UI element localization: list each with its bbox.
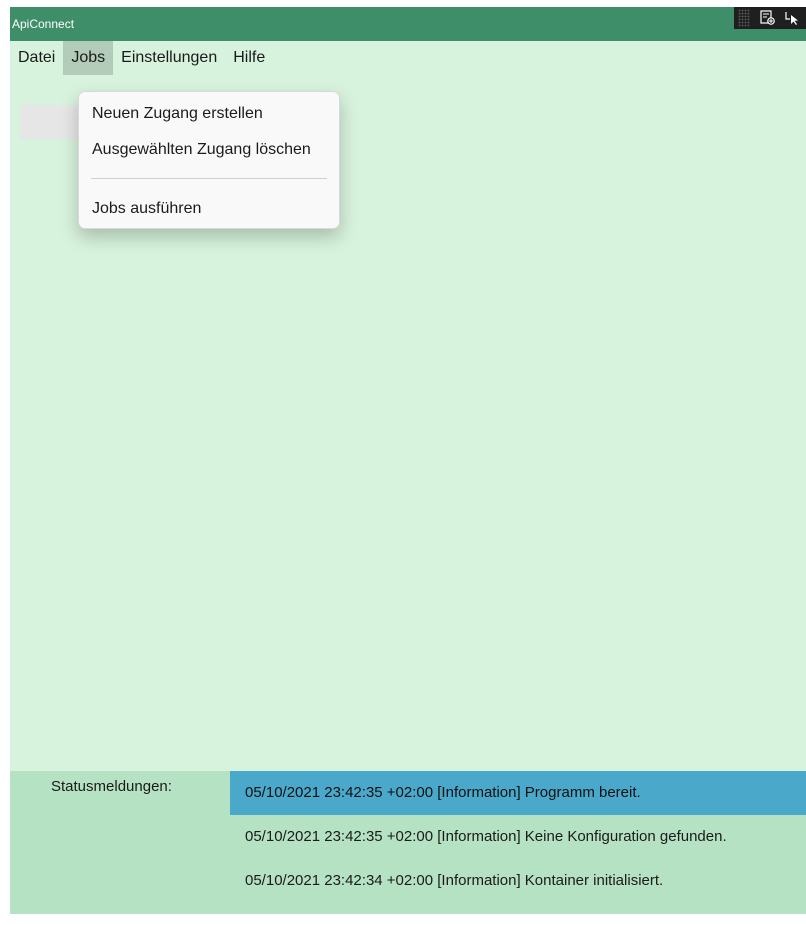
menu-item-create-access[interactable]: Neuen Zugang erstellen bbox=[79, 96, 339, 132]
select-element-icon[interactable] bbox=[784, 10, 800, 26]
menu-datei[interactable]: Datei bbox=[10, 41, 63, 75]
status-message-list[interactable]: 05/10/2021 23:42:35 +02:00 [Information]… bbox=[230, 771, 806, 903]
menu-separator bbox=[91, 178, 327, 179]
toolbar-grip[interactable] bbox=[738, 9, 750, 27]
menu-hilfe[interactable]: Hilfe bbox=[225, 41, 273, 75]
window-title: ApiConnect bbox=[12, 17, 75, 31]
live-visual-tree-icon[interactable] bbox=[760, 10, 776, 26]
status-message[interactable]: 05/10/2021 23:42:34 +02:00 [Information]… bbox=[230, 859, 806, 903]
menu-bar: Datei Jobs Einstellungen Hilfe bbox=[10, 41, 806, 75]
app-window: ApiConnect Datei Jobs Einstellungen Hilf… bbox=[10, 7, 806, 914]
title-bar[interactable]: ApiConnect bbox=[10, 7, 806, 41]
menu-item-delete-access[interactable]: Ausgewählten Zugang löschen bbox=[79, 132, 339, 168]
jobs-dropdown-menu: Neuen Zugang erstellen Ausgewählten Zuga… bbox=[78, 91, 340, 229]
menu-item-run-jobs[interactable]: Jobs ausführen bbox=[79, 191, 339, 227]
menu-einstellungen[interactable]: Einstellungen bbox=[113, 41, 225, 75]
status-panel: Statusmeldungen: 05/10/2021 23:42:35 +02… bbox=[10, 771, 806, 914]
status-message[interactable]: 05/10/2021 23:42:35 +02:00 [Information]… bbox=[230, 771, 806, 815]
status-message[interactable]: 05/10/2021 23:42:35 +02:00 [Information]… bbox=[230, 815, 806, 859]
runtime-debug-toolbar bbox=[734, 7, 806, 29]
status-label: Statusmeldungen: bbox=[51, 778, 172, 795]
menu-jobs[interactable]: Jobs bbox=[63, 41, 114, 75]
